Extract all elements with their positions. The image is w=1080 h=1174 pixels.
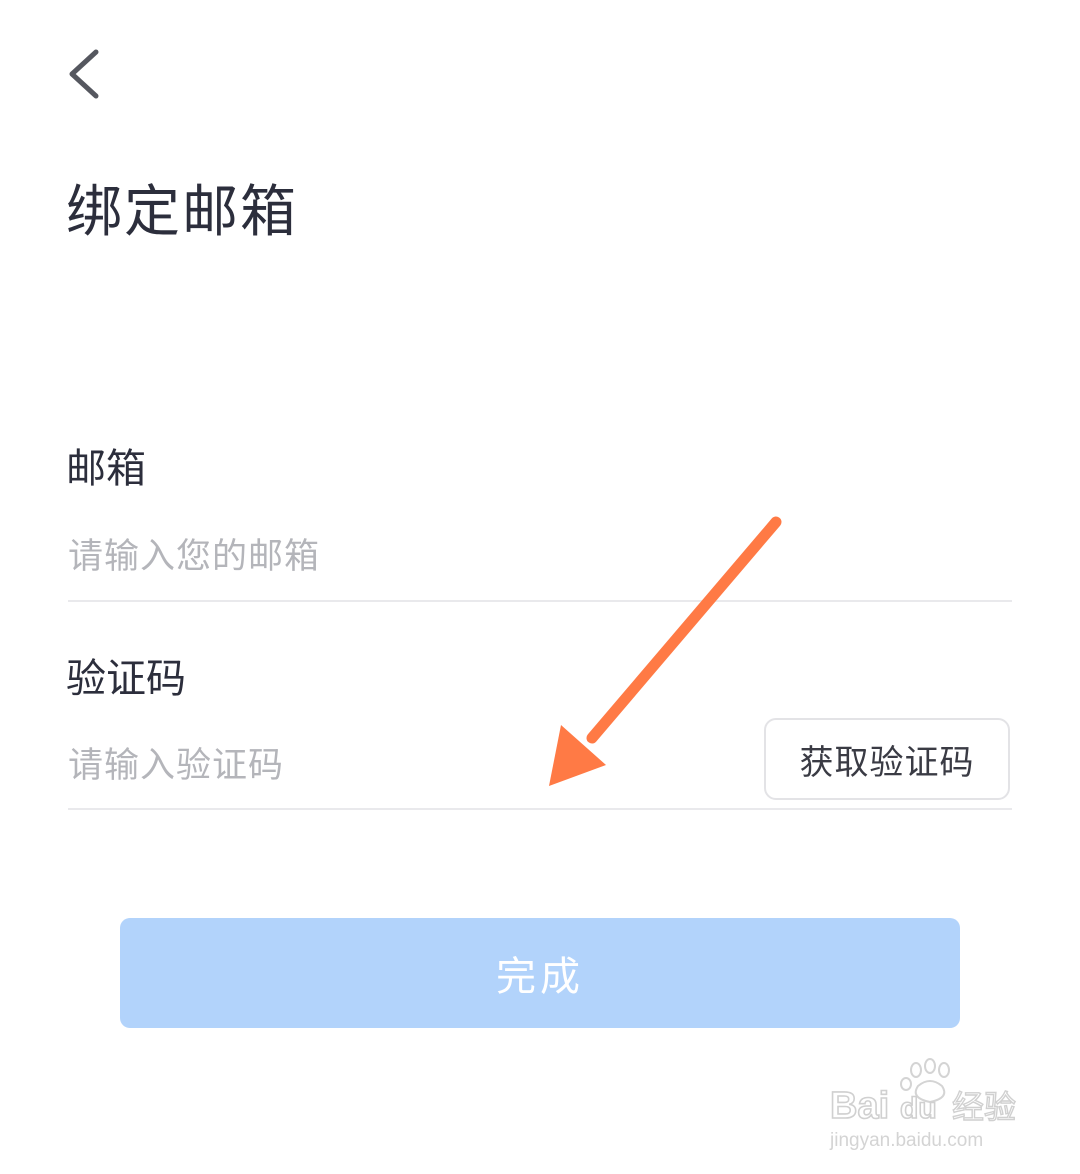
email-input[interactable] [68, 532, 1008, 582]
code-label: 验证码 [66, 656, 186, 702]
get-code-button[interactable]: 获取验证码 [764, 718, 1010, 800]
done-button[interactable]: 完成 [120, 918, 960, 1028]
code-divider [68, 808, 1012, 810]
back-button[interactable] [60, 44, 116, 104]
chevron-left-icon [69, 49, 99, 99]
svg-text:Bai: Bai [830, 1085, 889, 1127]
code-input[interactable] [68, 741, 728, 791]
svg-text:jingyan.baidu.com: jingyan.baidu.com [829, 1130, 983, 1151]
svg-text:经验: 经验 [952, 1088, 1016, 1126]
page-title: 绑定邮箱 [66, 180, 298, 245]
baidu-jingyan-watermark: Bai du 经验 jingyan.baidu.com [829, 1058, 1017, 1151]
email-divider [68, 600, 1012, 602]
email-label: 邮箱 [66, 446, 146, 492]
svg-text:du: du [900, 1092, 937, 1125]
